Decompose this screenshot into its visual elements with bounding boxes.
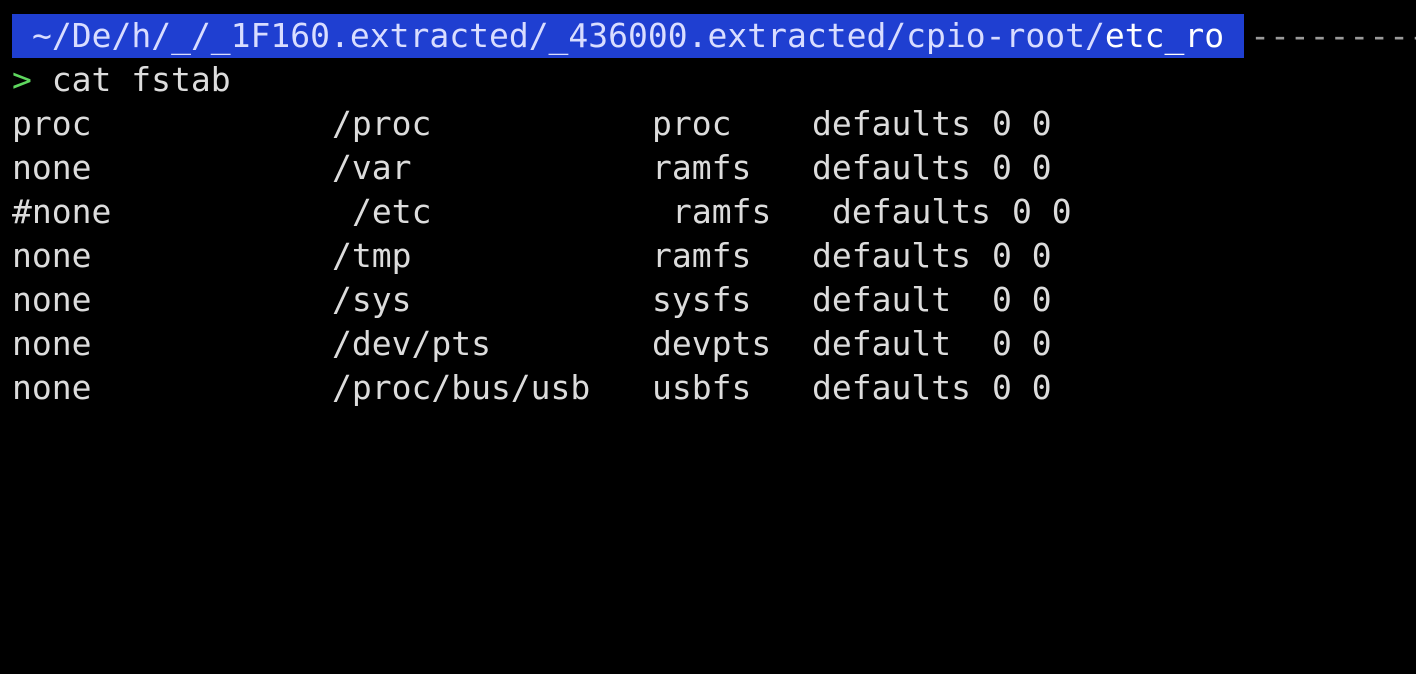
prompt-chevron-icon: > xyxy=(12,60,32,99)
fstab-dump-pass: 0 0 xyxy=(992,104,1052,143)
fstab-mount-point: /etc xyxy=(352,192,432,231)
command-line[interactable]: > cat fstab xyxy=(12,58,231,102)
fstab-mount-point: /sys xyxy=(332,280,412,319)
fstab-fs-type: devpts xyxy=(652,324,772,363)
fstab-options: defaults xyxy=(812,148,971,187)
fstab-fs-type: ramfs xyxy=(652,148,752,187)
fstab-dump-pass: 0 0 xyxy=(992,368,1052,407)
prompt-bar: ~/De/h/_/_1F160.extracted/_436000.extrac… xyxy=(12,14,1416,58)
fstab-mount-point: /dev/pts xyxy=(332,324,491,363)
fstab-options: defaults xyxy=(812,104,971,143)
fstab-options: defaults xyxy=(812,368,971,407)
fstab-mount-point: /proc/bus/usb xyxy=(332,368,591,407)
fstab-fs-type: ramfs xyxy=(652,236,752,275)
fstab-options: default xyxy=(812,280,952,319)
fstab-dump-pass: 0 0 xyxy=(992,148,1052,187)
fstab-options: defaults xyxy=(812,236,971,275)
terminal-window[interactable]: ~/De/h/_/_1F160.extracted/_436000.extrac… xyxy=(0,0,1416,442)
prompt-separator-dashes: --------- xyxy=(1250,16,1416,55)
command-output: proc /proc proc defaults 0 0 none /var r… xyxy=(12,102,1072,410)
fstab-row: none /var ramfs defaults 0 0 xyxy=(12,146,1052,190)
fstab-row: none /tmp ramfs defaults 0 0 xyxy=(12,234,1052,278)
fstab-row: proc /proc proc defaults 0 0 xyxy=(12,102,1052,146)
fstab-fs-type: proc xyxy=(652,104,732,143)
current-directory: etc_ro xyxy=(1104,16,1225,55)
fstab-device: none xyxy=(12,280,92,319)
fstab-dump-pass: 0 0 xyxy=(1012,192,1072,231)
fstab-mount-point: /tmp xyxy=(332,236,412,275)
fstab-options: defaults xyxy=(832,192,991,231)
fstab-mount-point: /var xyxy=(332,148,412,187)
fstab-row: none /sys sysfs default 0 0 xyxy=(12,278,1052,322)
fstab-device: none xyxy=(12,368,92,407)
path-prefix: ~/De/h/_/_1F160.extracted/_436000.extrac… xyxy=(32,16,1105,55)
fstab-dump-pass: 0 0 xyxy=(992,280,1052,319)
fstab-dump-pass: 0 0 xyxy=(992,236,1052,275)
fstab-device: #none xyxy=(12,192,112,231)
fstab-device: none xyxy=(12,236,92,275)
fstab-row: #none /etc ramfs defaults 0 0 xyxy=(12,190,1072,234)
fstab-device: none xyxy=(12,148,92,187)
fstab-fs-type: sysfs xyxy=(652,280,752,319)
fstab-fs-type: ramfs xyxy=(672,192,772,231)
fstab-dump-pass: 0 0 xyxy=(992,324,1052,363)
fstab-mount-point: /proc xyxy=(332,104,432,143)
fstab-options: default xyxy=(812,324,952,363)
fstab-row: none /proc/bus/usb usbfs defaults 0 0 xyxy=(12,366,1052,410)
current-path: ~/De/h/_/_1F160.extracted/_436000.extrac… xyxy=(12,14,1245,58)
fstab-row: none /dev/pts devpts default 0 0 xyxy=(12,322,1052,366)
command-text: cat fstab xyxy=(51,60,231,99)
fstab-device: none xyxy=(12,324,92,363)
fstab-fs-type: usbfs xyxy=(652,368,752,407)
fstab-device: proc xyxy=(12,104,92,143)
